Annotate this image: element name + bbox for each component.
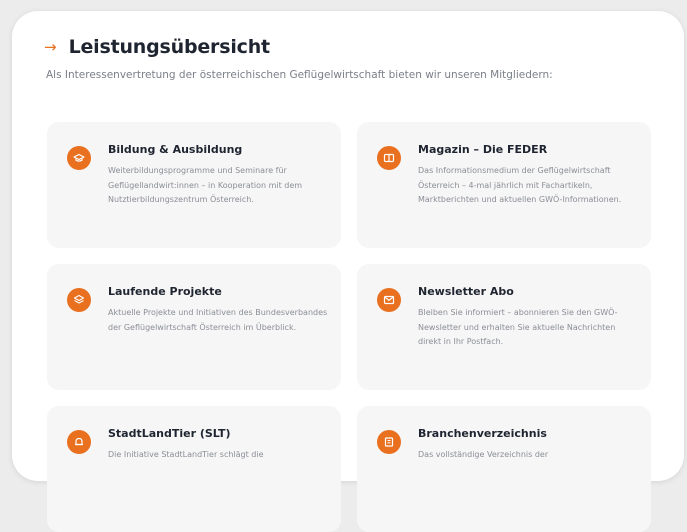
card-newsletter[interactable]: Newsletter Abo Bleiben Sie informiert – … [357,264,651,390]
card-magazin[interactable]: Magazin – Die FEDER Das Informationsmedi… [357,122,651,248]
bell-icon [67,430,91,454]
card-description: Aktuelle Projekte und Initiativen des Bu… [108,308,328,332]
card-title: Laufende Projekte [108,285,222,298]
intro-text: Als Interessenvertretung der österreichi… [46,69,553,81]
building-icon [377,430,401,454]
arrow-right-icon: → [44,37,57,56]
card-title: Newsletter Abo [418,285,514,298]
card-description: Das vollständige Verzeichnis der [418,450,549,459]
card-description: Weiterbildungsprogramme und Seminare für… [108,166,303,204]
card-branchenverzeichnis[interactable]: Branchenverzeichnis Das vollständige Ver… [357,406,651,532]
card-bildung[interactable]: Bildung & Ausbildung Weiterbildungsprogr… [47,122,341,248]
card-description: Bleiben Sie informiert – abonnieren Sie … [418,308,618,346]
card-title: Bildung & Ausbildung [108,143,243,156]
section-title: Leistungsübersicht [68,36,271,58]
card-stadtlandtier[interactable]: StadtLandTier (SLT) Die Initiative Stadt… [47,406,341,532]
card-description: Das Informationsmedium der Geflügelwirts… [418,166,622,204]
card-projekte[interactable]: Laufende Projekte Aktuelle Projekte und … [47,264,341,390]
card-title: StadtLandTier (SLT) [108,427,231,440]
section-header: → Leistungsübersicht [44,36,270,58]
graduation-cap-icon [67,146,91,170]
card-description: Die Initiative StadtLandTier schlägt die [108,450,264,459]
card-title: Magazin – Die FEDER [418,143,548,156]
envelope-icon [377,288,401,312]
layers-icon [67,288,91,312]
card-title: Branchenverzeichnis [418,427,547,440]
book-icon [377,146,401,170]
